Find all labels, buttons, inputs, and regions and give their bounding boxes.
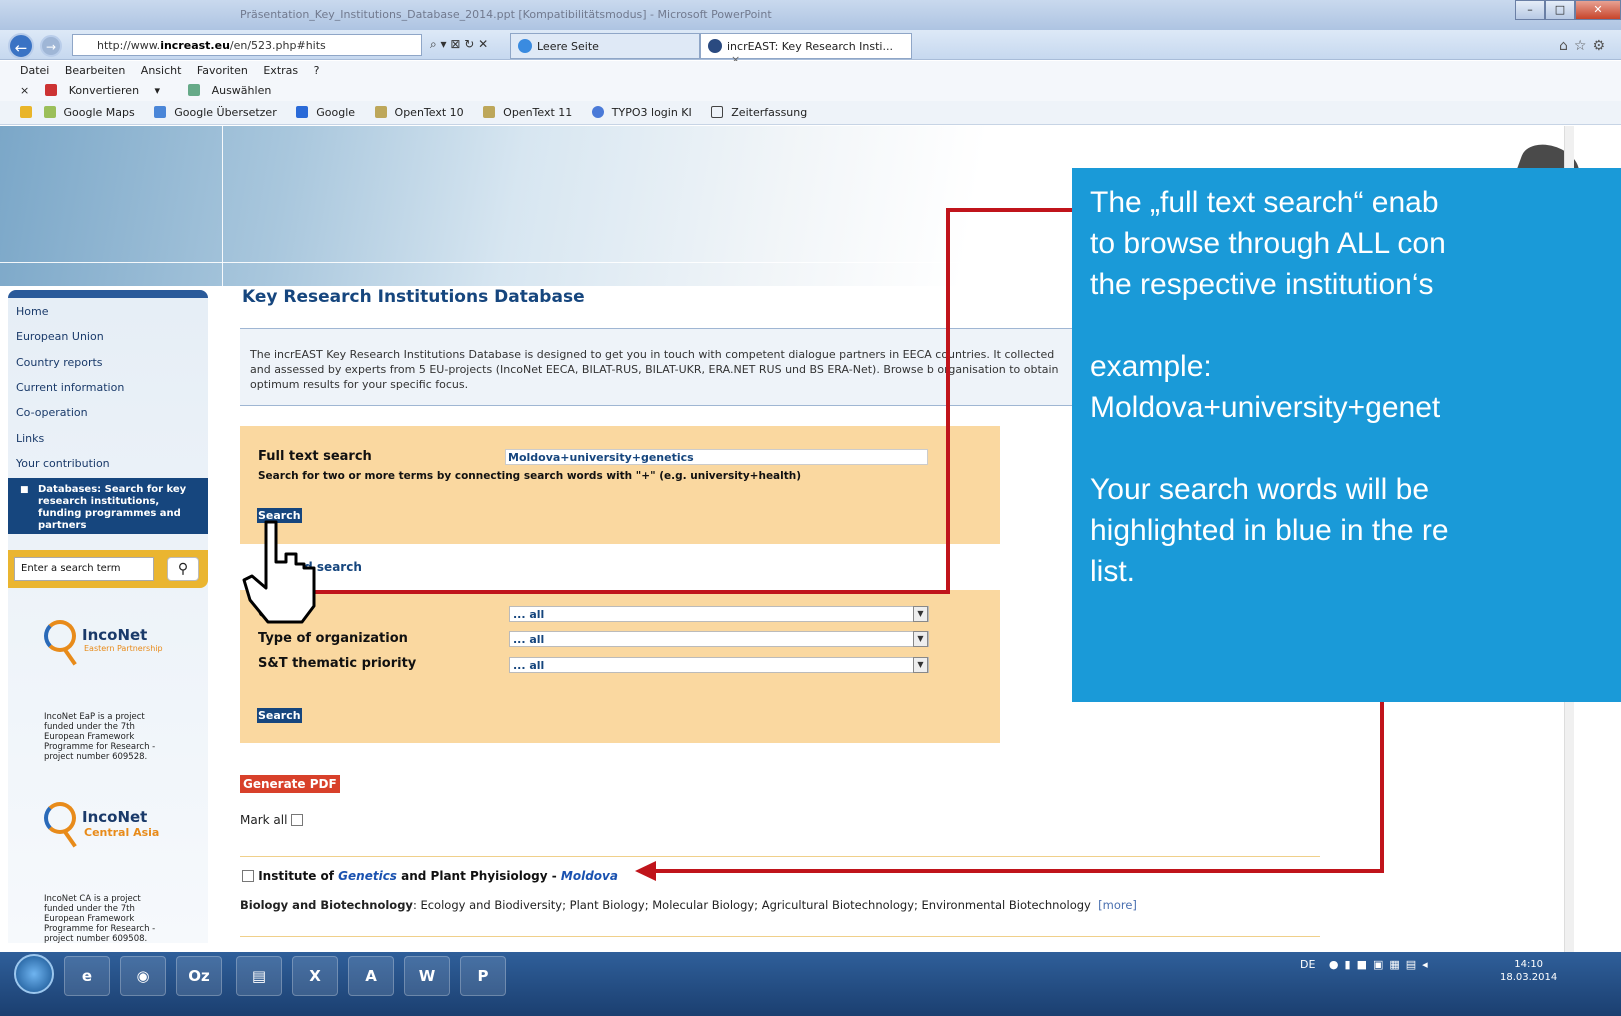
system-tray[interactable]: DE ●▮■▣▦▤◂ bbox=[1300, 958, 1434, 971]
arrow-to-result bbox=[650, 702, 1384, 873]
annotation-arrows bbox=[286, 208, 1384, 881]
access-icon[interactable]: A bbox=[348, 956, 394, 996]
powerpoint-icon[interactable]: P bbox=[460, 956, 506, 996]
clock[interactable]: 14:10 18.03.2014 bbox=[1500, 958, 1557, 984]
excel-icon[interactable]: X bbox=[292, 956, 338, 996]
firefox-icon[interactable]: ◉ bbox=[120, 956, 166, 996]
hand-cursor-icon bbox=[242, 520, 316, 624]
word-icon[interactable]: W bbox=[404, 956, 450, 996]
language-indicator[interactable]: DE bbox=[1300, 958, 1315, 971]
clock-date: 18.03.2014 bbox=[1500, 972, 1558, 983]
clock-time: 14:10 bbox=[1514, 959, 1544, 970]
start-button[interactable] bbox=[14, 954, 54, 994]
arrowhead-icon bbox=[635, 861, 656, 881]
tray-icons[interactable]: ●▮■▣▦▤◂ bbox=[1329, 958, 1434, 971]
outlook-icon[interactable]: Oz bbox=[176, 956, 222, 996]
arrow-to-search bbox=[300, 208, 1072, 594]
explorer-icon[interactable]: ▤ bbox=[236, 956, 282, 996]
ie-icon[interactable]: e bbox=[64, 956, 110, 996]
